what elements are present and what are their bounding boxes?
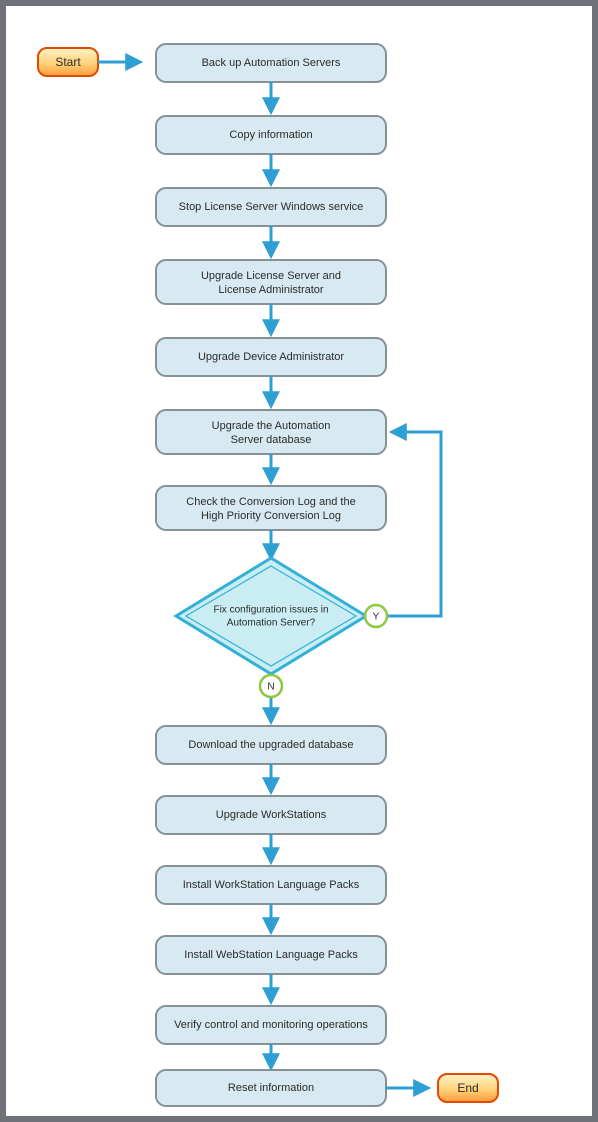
process-download-upgraded-db: Download the upgraded database	[156, 726, 386, 764]
d1-label-line2: Automation Server?	[227, 618, 316, 629]
branch-yes-label: Y	[373, 612, 380, 623]
n12-label: Verify control and monitoring operations	[174, 1019, 368, 1031]
process-reset-information: Reset information	[156, 1070, 386, 1106]
n7-label-line2: High Priority Conversion Log	[201, 510, 341, 522]
end-label: End	[457, 1081, 478, 1095]
branch-no-label: N	[267, 682, 274, 693]
flowchart-frame: Start Back up Automation Servers Copy in…	[0, 0, 598, 1122]
process-install-webstation-lang: Install WebStation Language Packs	[156, 936, 386, 974]
n5-label: Upgrade Device Administrator	[198, 351, 344, 363]
branch-no-marker: N	[260, 675, 282, 697]
n8-label: Download the upgraded database	[188, 739, 353, 751]
n4-label-line2: License Administrator	[218, 284, 323, 296]
process-backup-automation-servers: Back up Automation Servers	[156, 44, 386, 82]
process-upgrade-device-admin: Upgrade Device Administrator	[156, 338, 386, 376]
branch-yes-marker: Y	[365, 605, 387, 627]
terminal-end: End	[438, 1074, 498, 1102]
n11-label: Install WebStation Language Packs	[184, 949, 358, 961]
terminal-start: Start	[38, 48, 98, 76]
process-check-conversion-log: Check the Conversion Log and the High Pr…	[156, 486, 386, 530]
n4-label-line1: Upgrade License Server and	[201, 270, 341, 282]
n6-label-line1: Upgrade the Automation	[212, 420, 331, 432]
n9-label: Upgrade WorkStations	[216, 809, 327, 821]
n13-label: Reset information	[228, 1082, 314, 1094]
d1-label-line1: Fix configuration issues in	[213, 605, 328, 616]
start-label: Start	[55, 55, 81, 69]
process-install-workstation-lang: Install WorkStation Language Packs	[156, 866, 386, 904]
n7-label-line1: Check the Conversion Log and the	[186, 496, 355, 508]
n2-label: Copy information	[229, 129, 312, 141]
decision-fix-config-issues: Fix configuration issues in Automation S…	[176, 558, 366, 674]
process-copy-information: Copy information	[156, 116, 386, 154]
process-upgrade-workstations: Upgrade WorkStations	[156, 796, 386, 834]
n6-label-line2: Server database	[231, 434, 312, 446]
n10-label: Install WorkStation Language Packs	[183, 879, 360, 891]
n1-label: Back up Automation Servers	[202, 57, 341, 69]
process-upgrade-server-database: Upgrade the Automation Server database	[156, 410, 386, 454]
process-upgrade-license-server: Upgrade License Server and License Admin…	[156, 260, 386, 304]
n3-label: Stop License Server Windows service	[179, 201, 364, 213]
process-stop-license-service: Stop License Server Windows service	[156, 188, 386, 226]
flowchart-svg: Start Back up Automation Servers Copy in…	[6, 6, 592, 1116]
process-verify-operations: Verify control and monitoring operations	[156, 1006, 386, 1044]
